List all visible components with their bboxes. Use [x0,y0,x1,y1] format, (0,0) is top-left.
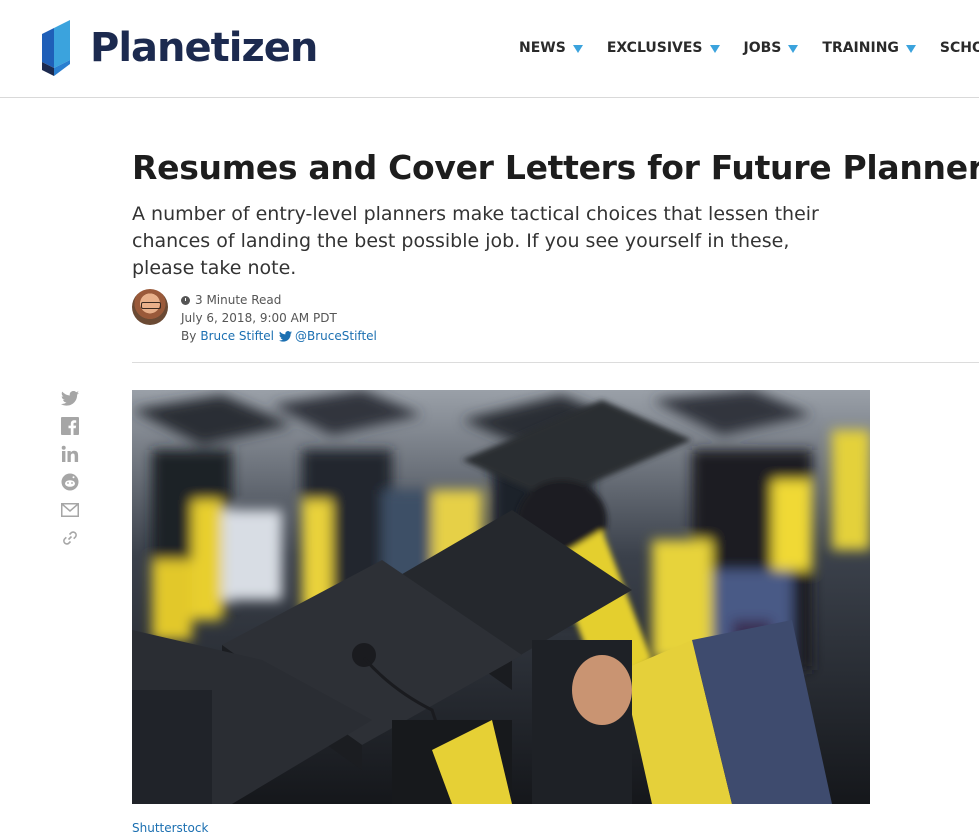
share-reddit-button[interactable] [60,472,80,492]
twitter-icon[interactable] [279,330,293,342]
nav-schools-label: SCHOOLS [939,40,979,56]
article-title: Resumes and Cover Letters for Future Pla… [132,148,979,187]
nav-training[interactable]: TRAINING [822,40,916,56]
site-header: Planetizen NEWS EXCLUSIVES JOBS TRAINING… [0,0,979,98]
nav-news[interactable]: NEWS [519,40,583,56]
date-line: July 6, 2018, 9:00 AM PDT [181,309,481,327]
read-time: 3 Minute Read [195,293,282,307]
copy-link-button[interactable] [60,528,80,548]
nav-training-label: TRAINING [822,40,899,56]
publish-date: July 6, 2018, 9:00 AM PDT [181,311,337,325]
planetizen-logo-icon [42,20,70,76]
read-time-line: 3 Minute Read [181,291,481,309]
author-link[interactable]: Bruce Stiftel [200,327,274,345]
share-email-button[interactable] [60,500,80,520]
nav-jobs[interactable]: JOBS [744,40,799,56]
caret-down-icon [905,45,916,53]
author-avatar[interactable] [132,289,168,325]
share-facebook-button[interactable] [60,416,80,436]
twitter-icon [61,390,79,406]
share-linkedin-button[interactable] [60,444,80,464]
article-subtitle: A number of entry-level planners make ta… [132,203,819,279]
byline-divider [132,362,979,363]
author-line: By Bruce Stiftel @BruceStiftel [181,327,481,345]
clock-icon [181,295,190,305]
site-logo[interactable]: Planetizen [42,20,318,76]
link-icon [63,531,77,545]
nav-schools[interactable]: SCHOOLS [940,40,979,56]
nav-jobs-label: JOBS [743,40,782,56]
caret-down-icon [572,45,583,53]
article-hero-image [132,390,870,804]
caret-down-icon [788,45,799,53]
nav-exclusives-label: EXCLUSIVES [606,40,703,56]
share-twitter-button[interactable] [60,388,80,408]
nav-news-label: NEWS [519,40,566,56]
author-twitter-handle[interactable]: @BruceStiftel [295,327,377,345]
by-prefix: By [181,329,197,343]
facebook-icon [61,417,79,435]
avatar-glasses [141,302,161,309]
linkedin-icon [61,445,79,462]
main-nav: NEWS EXCLUSIVES JOBS TRAINING SCHOOLS [519,40,979,56]
site-name: Planetizen [90,25,318,71]
caret-down-icon [709,45,720,53]
graduation-caps-photo [132,390,870,804]
email-icon [61,503,79,517]
article-meta: 3 Minute Read July 6, 2018, 9:00 AM PDT … [181,291,481,345]
reddit-icon [61,473,79,491]
nav-exclusives[interactable]: EXCLUSIVES [607,40,720,56]
share-rail [60,388,82,556]
